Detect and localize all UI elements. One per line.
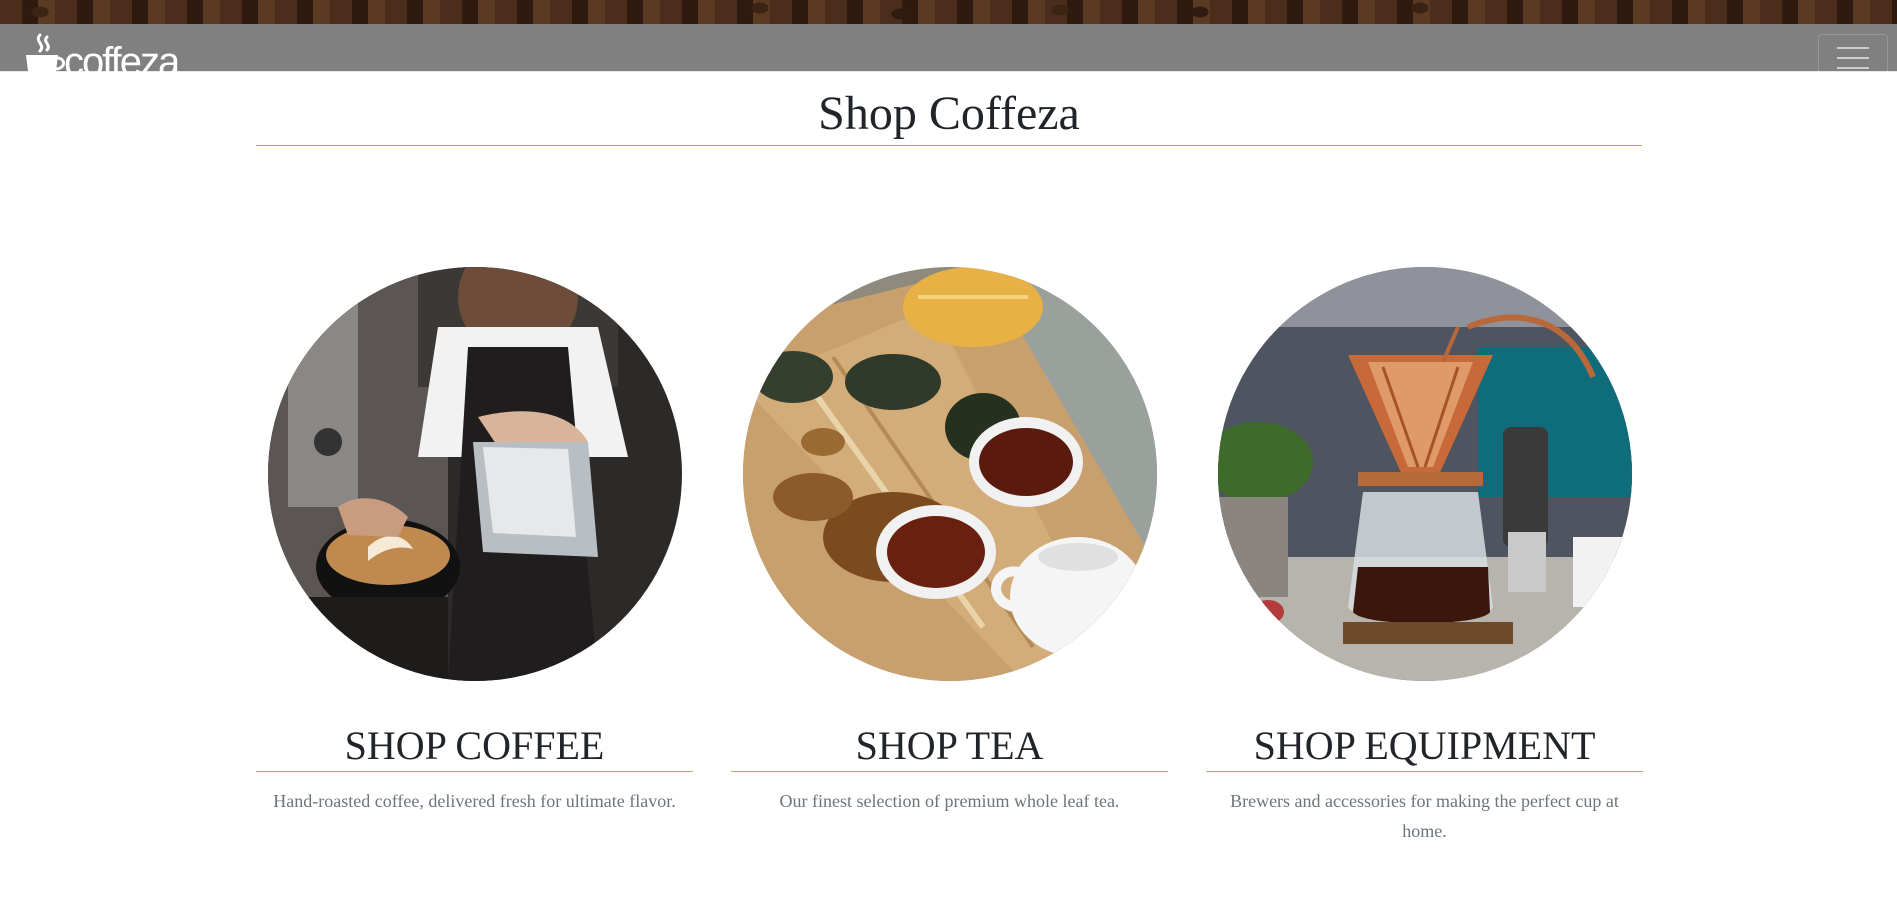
shop-coffee-description: Hand-roasted coffee, delivered fresh for… [273,791,676,811]
shop-coffee-title[interactable]: SHOP COFFEE [256,721,693,772]
shop-coffee-card: SHOP COFFEE Hand-roasted coffee, deliver… [256,267,693,816]
brand-name: coffeza [64,40,180,84]
brand-logo[interactable]: coffeza [20,33,180,84]
shop-equipment-card: SHOP EQUIPMENT Brewers and accessories f… [1206,267,1643,846]
shop-equipment-image-link[interactable] [1217,267,1632,681]
shop-tea-card: SHOP TEA Our finest selection of premium… [731,267,1168,816]
navbar: coffeza [0,24,1897,84]
hamburger-icon [1837,47,1869,69]
pour-over-coffee-brewer-photo [1217,267,1632,681]
title-divider [256,145,1642,146]
shop-tea-description: Our finest selection of premium whole le… [779,791,1120,811]
page-title: Shop Coffeza [818,87,1080,140]
shop-tea-title[interactable]: SHOP TEA [731,721,1168,772]
coffee-cup-icon [20,33,65,81]
header-bean-background [0,0,1897,24]
barista-latte-art-photo [267,267,682,681]
loose-leaf-tea-cups-photo [742,267,1157,681]
menu-toggle-button[interactable] [1818,34,1888,82]
shop-coffee-image-link[interactable] [267,267,682,681]
shop-equipment-title[interactable]: SHOP EQUIPMENT [1206,721,1643,772]
shop-equipment-description: Brewers and accessories for making the p… [1230,791,1619,841]
shop-tea-image-link[interactable] [742,267,1157,681]
